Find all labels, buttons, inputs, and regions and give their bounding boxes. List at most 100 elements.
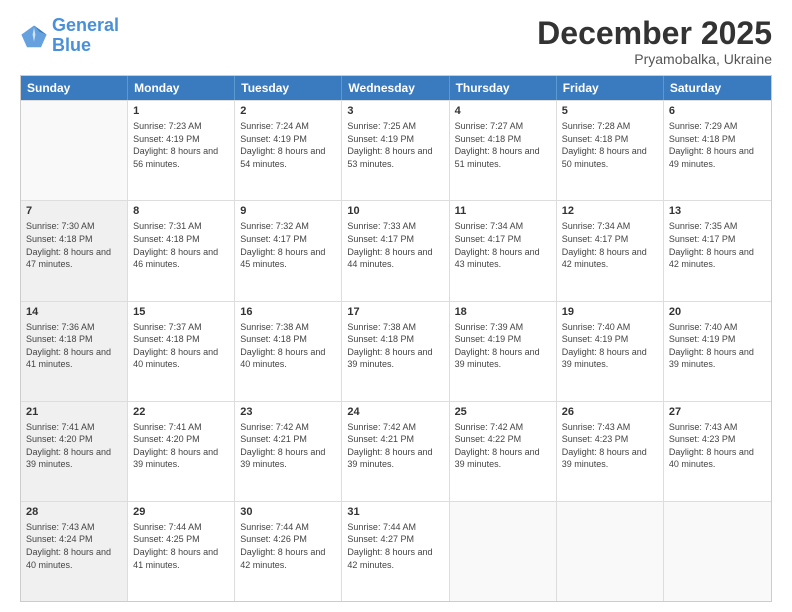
day-number: 9 [240, 205, 336, 217]
calendar-row-2: 7Sunrise: 7:30 AM Sunset: 4:18 PM Daylig… [21, 200, 771, 300]
day-number: 11 [455, 205, 551, 217]
day-number: 5 [562, 105, 658, 117]
day-info: Sunrise: 7:42 AM Sunset: 4:22 PM Dayligh… [455, 421, 551, 471]
day-info: Sunrise: 7:42 AM Sunset: 4:21 PM Dayligh… [240, 421, 336, 471]
day-number: 4 [455, 105, 551, 117]
header-cell-sunday: Sunday [21, 76, 128, 100]
day-number: 19 [562, 306, 658, 318]
calendar-cell: 24 Sunrise: 7:42 AM Sunset: 4:21 PM Dayli… [342, 402, 449, 501]
calendar-cell: 17 Sunrise: 7:38 AM Sunset: 4:18 PM Dayli… [342, 302, 449, 401]
calendar-cell: 11 Sunrise: 7:34 AM Sunset: 4:17 PM Dayli… [450, 201, 557, 300]
calendar-cell: 4Sunrise: 7:27 AM Sunset: 4:18 PM Daylig… [450, 101, 557, 200]
calendar-header: SundayMondayTuesdayWednesdayThursdayFrid… [21, 76, 771, 100]
calendar-cell: 6 Sunrise: 7:29 AM Sunset: 4:18 PM Daylig… [664, 101, 771, 200]
day-number: 7 [26, 205, 122, 217]
day-number: 17 [347, 306, 443, 318]
day-info: Sunrise: 7:35 AM Sunset: 4:17 PM Dayligh… [669, 220, 766, 270]
calendar-row-5: 28 Sunrise: 7:43 AM Sunset: 4:24 PM Dayli… [21, 501, 771, 601]
calendar: SundayMondayTuesdayWednesdayThursdayFrid… [20, 75, 772, 602]
day-info: Sunrise: 7:34 AM Sunset: 4:17 PM Dayligh… [455, 220, 551, 270]
day-info: Sunrise: 7:36 AM Sunset: 4:18 PM Dayligh… [26, 321, 122, 371]
calendar-cell: 29 Sunrise: 7:44 AM Sunset: 4:25 PM Dayli… [128, 502, 235, 601]
day-number: 26 [562, 406, 658, 418]
header-cell-wednesday: Wednesday [342, 76, 449, 100]
calendar-cell: 2 Sunrise: 7:24 AM Sunset: 4:19 PM Daylig… [235, 101, 342, 200]
day-number: 12 [562, 205, 658, 217]
calendar-cell: 25 Sunrise: 7:42 AM Sunset: 4:22 PM Dayli… [450, 402, 557, 501]
calendar-cell: 3Sunrise: 7:25 AM Sunset: 4:19 PM Daylig… [342, 101, 449, 200]
day-number: 14 [26, 306, 122, 318]
header-cell-friday: Friday [557, 76, 664, 100]
day-info: Sunrise: 7:38 AM Sunset: 4:18 PM Dayligh… [347, 321, 443, 371]
day-info: Sunrise: 7:24 AM Sunset: 4:19 PM Dayligh… [240, 120, 336, 170]
day-number: 1 [133, 105, 229, 117]
calendar-cell: 23 Sunrise: 7:42 AM Sunset: 4:21 PM Dayli… [235, 402, 342, 501]
day-info: Sunrise: 7:29 AM Sunset: 4:18 PM Dayligh… [669, 120, 766, 170]
logo-text: General Blue [52, 16, 119, 56]
day-info: Sunrise: 7:33 AM Sunset: 4:17 PM Dayligh… [347, 220, 443, 270]
calendar-cell [21, 101, 128, 200]
day-number: 28 [26, 506, 122, 518]
day-number: 18 [455, 306, 551, 318]
day-number: 29 [133, 506, 229, 518]
calendar-cell: 18Sunrise: 7:39 AM Sunset: 4:19 PM Dayli… [450, 302, 557, 401]
calendar-cell: 20 Sunrise: 7:40 AM Sunset: 4:19 PM Dayli… [664, 302, 771, 401]
day-number: 15 [133, 306, 229, 318]
calendar-cell: 5 Sunrise: 7:28 AM Sunset: 4:18 PM Daylig… [557, 101, 664, 200]
calendar-location: Pryamobalka, Ukraine [537, 51, 772, 67]
day-info: Sunrise: 7:42 AM Sunset: 4:21 PM Dayligh… [347, 421, 443, 471]
calendar-row-1: 1 Sunrise: 7:23 AM Sunset: 4:19 PM Daylig… [21, 100, 771, 200]
header-cell-thursday: Thursday [450, 76, 557, 100]
header-cell-tuesday: Tuesday [235, 76, 342, 100]
day-info: Sunrise: 7:40 AM Sunset: 4:19 PM Dayligh… [669, 321, 766, 371]
day-info: Sunrise: 7:34 AM Sunset: 4:17 PM Dayligh… [562, 220, 658, 270]
page: General Blue December 2025 Pryamobalka, … [0, 0, 792, 612]
day-number: 22 [133, 406, 229, 418]
day-number: 13 [669, 205, 766, 217]
day-number: 30 [240, 506, 336, 518]
calendar-cell: 31Sunrise: 7:44 AM Sunset: 4:27 PM Dayli… [342, 502, 449, 601]
logo-icon [20, 22, 48, 50]
day-info: Sunrise: 7:23 AM Sunset: 4:19 PM Dayligh… [133, 120, 229, 170]
calendar-cell: 28 Sunrise: 7:43 AM Sunset: 4:24 PM Dayli… [21, 502, 128, 601]
calendar-cell [450, 502, 557, 601]
calendar-cell: 9 Sunrise: 7:32 AM Sunset: 4:17 PM Daylig… [235, 201, 342, 300]
day-info: Sunrise: 7:41 AM Sunset: 4:20 PM Dayligh… [133, 421, 229, 471]
day-info: Sunrise: 7:43 AM Sunset: 4:23 PM Dayligh… [669, 421, 766, 471]
day-info: Sunrise: 7:38 AM Sunset: 4:18 PM Dayligh… [240, 321, 336, 371]
calendar-cell: 14 Sunrise: 7:36 AM Sunset: 4:18 PM Dayli… [21, 302, 128, 401]
day-info: Sunrise: 7:32 AM Sunset: 4:17 PM Dayligh… [240, 220, 336, 270]
day-number: 20 [669, 306, 766, 318]
day-number: 24 [347, 406, 443, 418]
day-info: Sunrise: 7:43 AM Sunset: 4:24 PM Dayligh… [26, 521, 122, 571]
day-number: 23 [240, 406, 336, 418]
calendar-cell: 21Sunrise: 7:41 AM Sunset: 4:20 PM Dayli… [21, 402, 128, 501]
calendar-row-4: 21 Sunrise: 7:41 AM Sunset: 4:20 PM Dayli… [21, 401, 771, 501]
day-number: 25 [455, 406, 551, 418]
calendar-title: December 2025 [537, 16, 772, 51]
calendar-row-3: 14 Sunrise: 7:36 AM Sunset: 4:18 PM Dayli… [21, 301, 771, 401]
title-block: December 2025 Pryamobalka, Ukraine [537, 16, 772, 67]
calendar-cell: 16 Sunrise: 7:38 AM Sunset: 4:18 PM Dayli… [235, 302, 342, 401]
calendar-cell: 30Sunrise: 7:44 AM Sunset: 4:26 PM Dayli… [235, 502, 342, 601]
header-cell-monday: Monday [128, 76, 235, 100]
calendar-cell: 12 Sunrise: 7:34 AM Sunset: 4:17 PM Dayli… [557, 201, 664, 300]
day-info: Sunrise: 7:28 AM Sunset: 4:18 PM Dayligh… [562, 120, 658, 170]
day-number: 6 [669, 105, 766, 117]
day-number: 10 [347, 205, 443, 217]
calendar-body: 1 Sunrise: 7:23 AM Sunset: 4:19 PM Daylig… [21, 100, 771, 601]
day-number: 2 [240, 105, 336, 117]
calendar-cell: 8Sunrise: 7:31 AM Sunset: 4:18 PM Daylig… [128, 201, 235, 300]
day-info: Sunrise: 7:40 AM Sunset: 4:19 PM Dayligh… [562, 321, 658, 371]
calendar-cell: 7Sunrise: 7:30 AM Sunset: 4:18 PM Daylig… [21, 201, 128, 300]
calendar-cell: 15Sunrise: 7:37 AM Sunset: 4:18 PM Dayli… [128, 302, 235, 401]
day-number: 21 [26, 406, 122, 418]
day-number: 3 [347, 105, 443, 117]
day-number: 16 [240, 306, 336, 318]
calendar-cell [664, 502, 771, 601]
day-info: Sunrise: 7:43 AM Sunset: 4:23 PM Dayligh… [562, 421, 658, 471]
calendar-cell [557, 502, 664, 601]
calendar-cell: 19 Sunrise: 7:40 AM Sunset: 4:19 PM Dayli… [557, 302, 664, 401]
day-info: Sunrise: 7:44 AM Sunset: 4:25 PM Dayligh… [133, 521, 229, 571]
calendar-cell: 22 Sunrise: 7:41 AM Sunset: 4:20 PM Dayli… [128, 402, 235, 501]
